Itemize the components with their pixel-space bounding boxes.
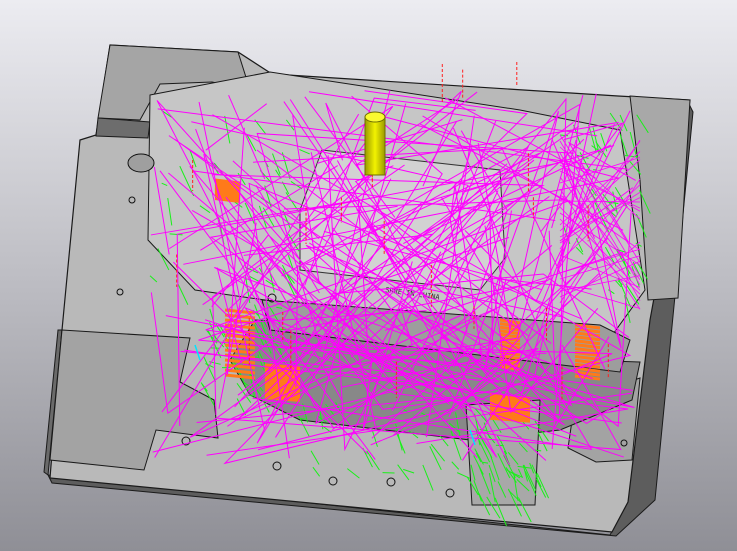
cutter-tool-icon[interactable] <box>364 111 386 176</box>
toolpath-green-segment <box>299 418 306 420</box>
mold-3d-scene[interactable]: SRRE IN CHINA <box>0 0 737 551</box>
toolpath-green-segment <box>482 461 489 464</box>
mold-left-ledge <box>95 117 151 139</box>
cad-viewport[interactable]: SRRE IN CHINA <box>0 0 737 551</box>
